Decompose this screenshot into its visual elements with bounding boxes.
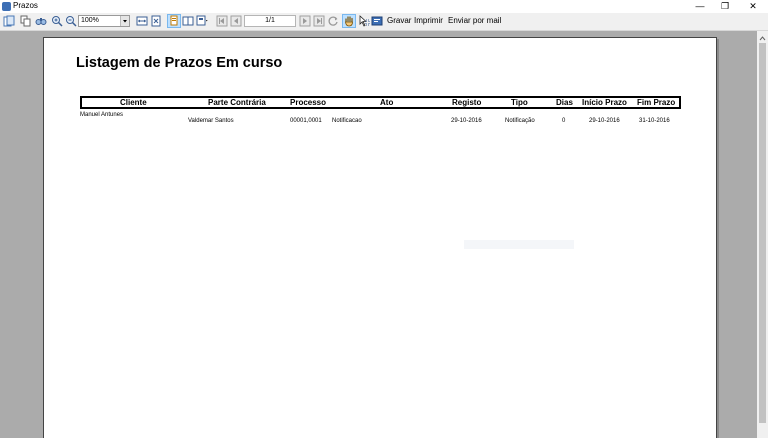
last-page-icon[interactable]	[313, 15, 325, 27]
cell-tipo: Notificação	[505, 118, 535, 124]
header-left-rule	[80, 96, 82, 109]
open-icon[interactable]	[3, 15, 15, 27]
column-header-inicio-prazo: Início Prazo	[582, 98, 627, 107]
app-icon	[2, 2, 11, 11]
chevron-down-icon[interactable]	[120, 16, 129, 26]
cell-parte-contraria: Valdemar Santos	[188, 118, 234, 124]
whole-page-icon[interactable]	[150, 15, 162, 27]
scroll-up-icon[interactable]	[757, 31, 768, 42]
refresh-icon[interactable]	[327, 15, 339, 27]
vertical-scrollbar[interactable]	[757, 31, 768, 438]
first-page-icon[interactable]	[216, 15, 228, 27]
column-header-dias: Dias	[556, 98, 573, 107]
multiple-pages-icon[interactable]	[196, 15, 208, 27]
page-number-field[interactable]: 1/1	[244, 15, 296, 27]
header-bottom-rule	[80, 107, 681, 109]
column-header-ato: Ato	[380, 98, 394, 107]
cell-fim-prazo: 31-10-2016	[639, 118, 670, 124]
column-header-tipo: Tipo	[511, 98, 528, 107]
zoom-in-icon[interactable]	[51, 15, 63, 27]
report-title: Listagem de Prazos Em curso	[76, 55, 283, 71]
two-pages-icon[interactable]	[182, 15, 194, 27]
maximize-button[interactable]: ❐	[711, 0, 739, 13]
cell-processo: 00001,0001	[290, 118, 322, 124]
column-header-cliente: Cliente	[120, 98, 147, 107]
print-button[interactable]: Imprimir	[414, 16, 443, 26]
header-right-rule	[679, 96, 681, 109]
preview-viewport[interactable]: Listagem de Prazos Em curso Cliente Part…	[0, 31, 757, 438]
cell-cliente: Manuel Antunes	[80, 112, 124, 118]
report-page: Listagem de Prazos Em curso Cliente Part…	[43, 37, 717, 438]
copy-icon[interactable]	[20, 15, 32, 27]
next-page-icon[interactable]	[299, 15, 311, 27]
close-button[interactable]: ✕	[739, 0, 767, 13]
scrollbar-thumb[interactable]	[759, 43, 766, 423]
page-width-icon[interactable]	[136, 15, 148, 27]
zoom-value: 100%	[81, 17, 99, 24]
preview-toolbar: 100% 1/1 Gravar Imprimir Enviar por mail	[0, 13, 768, 31]
zoom-out-icon[interactable]	[65, 15, 77, 27]
cell-dias: 0	[562, 118, 566, 124]
save-button[interactable]: Gravar	[387, 16, 411, 26]
column-header-parte-contraria: Parte Contrária	[208, 98, 266, 107]
window-title: Prazos	[13, 1, 38, 10]
minimize-button[interactable]: —	[686, 0, 714, 13]
cell-ato: Notificacao	[332, 118, 362, 124]
single-page-icon[interactable]	[167, 14, 181, 28]
zoom-select[interactable]: 100%	[78, 15, 130, 27]
export-icon[interactable]	[371, 15, 383, 27]
title-bar: Prazos — ❐ ✕	[0, 0, 768, 13]
column-header-processo: Processo	[290, 98, 327, 107]
column-header-registo: Registo	[452, 98, 482, 107]
column-header-fim-prazo: Fim Prazo	[637, 98, 676, 107]
find-icon[interactable]	[35, 15, 47, 27]
send-by-email-button[interactable]: Enviar por mail	[448, 16, 501, 26]
cell-inicio-prazo: 29-10-2016	[589, 118, 620, 124]
hand-tool-icon[interactable]	[342, 14, 356, 28]
previous-page-icon[interactable]	[230, 15, 242, 27]
cell-registo: 29-10-2016	[451, 118, 482, 124]
select-tool-icon[interactable]	[358, 15, 370, 27]
faint-watermark	[464, 240, 574, 249]
